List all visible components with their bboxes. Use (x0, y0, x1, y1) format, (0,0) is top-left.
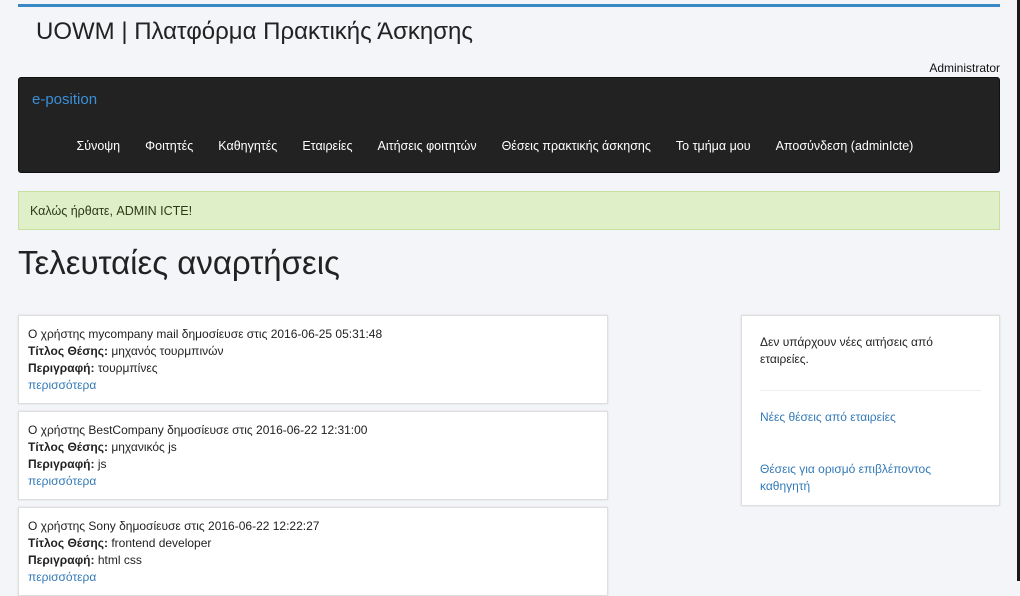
page-title: Τελευταίες αναρτήσεις (18, 244, 340, 281)
post-meta: Ο χρήστης BestCompany δημοσίευσε στις 20… (28, 423, 368, 437)
post-title-row: Τίτλος Θέσης: μηχανικός js (28, 439, 598, 456)
brand-link[interactable]: e-position (32, 91, 97, 108)
welcome-alert: Καλώς ήρθατε, ADMIN ICTE! (18, 191, 1000, 230)
nav-item-students[interactable]: Φοιτητές (133, 139, 206, 153)
more-link[interactable]: περισσότερα (28, 378, 96, 392)
post-title-row: Τίτλος Θέσης: μηχανός τουρμπινών (28, 343, 598, 360)
no-requests-text: Δεν υπάρχουν νέες αιτήσεις από εταιρείες… (760, 335, 933, 366)
new-positions-link[interactable]: Νέες θέσεις από εταιρείες (760, 409, 981, 426)
post-title-value: frontend developer (111, 536, 212, 550)
sidebar-panel: Δεν υπάρχουν νέες αιτήσεις από εταιρείες… (741, 315, 1000, 506)
divider (760, 390, 981, 391)
nav-item-my-department[interactable]: Το τμήμα μου (663, 139, 763, 153)
post-title-label: Τίτλος Θέσης: (28, 440, 108, 454)
post-card: Ο χρήστης mycompany mail δημοσίευσε στις… (18, 315, 608, 404)
post-title-row: Τίτλος Θέσης: frontend developer (28, 535, 598, 552)
top-accent-line (18, 4, 1000, 7)
user-label: Administrator (929, 61, 1000, 75)
post-desc-row: Περιγραφή: js (28, 456, 598, 473)
main-navbar: e-position Σύνοψη Φοιτητές Καθηγητές Ετα… (18, 77, 1000, 173)
nav-item-student-applications[interactable]: Αιτήσεις φοιτητών (365, 139, 489, 153)
post-desc-label: Περιγραφή: (28, 361, 95, 375)
more-link[interactable]: περισσότερα (28, 474, 96, 488)
post-desc-row: Περιγραφή: html css (28, 552, 598, 569)
nav-menu: Σύνοψη Φοιτητές Καθηγητές Εταιρείες Αιτή… (64, 139, 926, 153)
nav-item-professors[interactable]: Καθηγητές (206, 139, 290, 153)
post-desc-value: τουρμπίνες (97, 361, 158, 375)
site-title: UOWM | Πλατφόρμα Πρακτικής Άσκησης (36, 18, 473, 45)
nav-item-logout[interactable]: Αποσύνδεση (adminIcte) (763, 139, 926, 153)
post-desc-row: Περιγραφή: τουρμπίνες (28, 360, 598, 377)
post-desc-label: Περιγραφή: (28, 457, 95, 471)
more-link[interactable]: περισσότερα (28, 570, 96, 584)
post-desc-label: Περιγραφή: (28, 553, 95, 567)
post-title-label: Τίτλος Θέσης: (28, 344, 108, 358)
assign-supervisor-link[interactable]: Θέσεις για ορισμό επιβλέποντος καθηγητή (760, 461, 981, 495)
post-title-value: μηχανικός js (111, 440, 177, 454)
post-meta: Ο χρήστης mycompany mail δημοσίευσε στις… (28, 327, 383, 341)
nav-item-companies[interactable]: Εταιρείες (290, 139, 365, 153)
post-title-value: μηχανός τουρμπινών (111, 344, 224, 358)
nav-item-internship-positions[interactable]: Θέσεις πρακτικής άσκησης (489, 139, 663, 153)
post-card: Ο χρήστης BestCompany δημοσίευσε στις 20… (18, 411, 608, 500)
post-desc-value: html css (97, 553, 142, 567)
nav-item-summary[interactable]: Σύνοψη (64, 139, 133, 153)
post-meta: Ο χρήστης Sony δημοσίευσε στις 2016-06-2… (28, 519, 320, 533)
post-title-label: Τίτλος Θέσης: (28, 536, 108, 550)
post-desc-value: js (97, 457, 107, 471)
post-card: Ο χρήστης Sony δημοσίευσε στις 2016-06-2… (18, 507, 608, 596)
